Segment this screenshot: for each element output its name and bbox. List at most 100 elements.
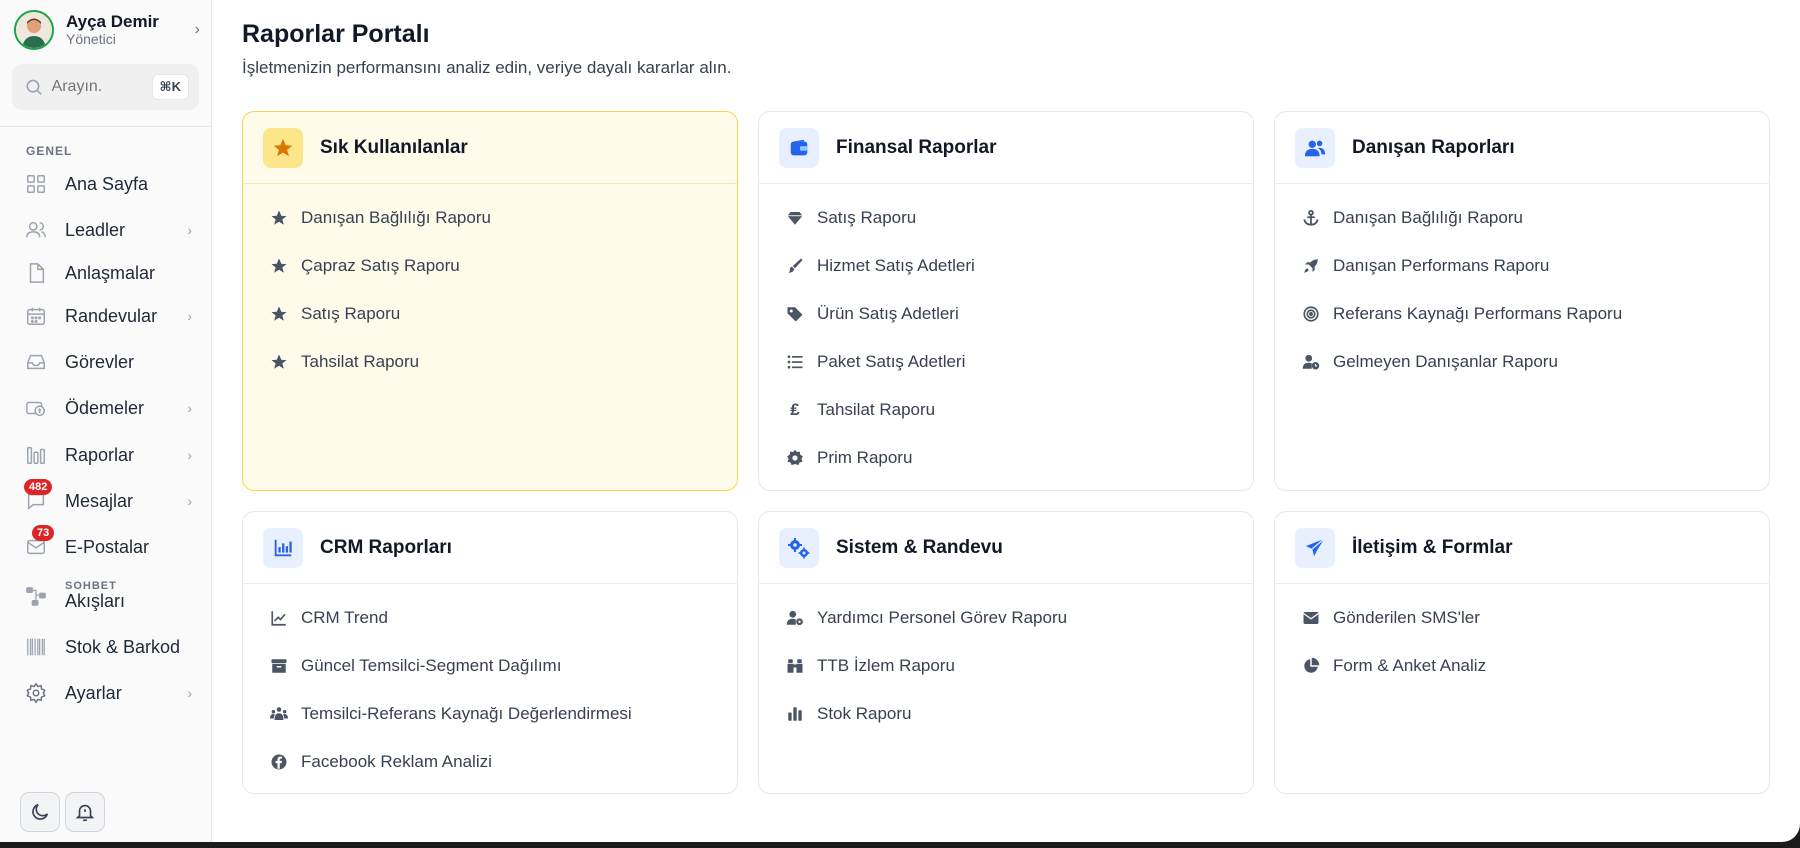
report-link[interactable]: Güncel Temsilci-Segment Dağılımı [243, 642, 737, 690]
report-link[interactable]: ₤ Tahsilat Raporu [759, 386, 1253, 434]
report-label: Tahsilat Raporu [301, 352, 420, 371]
theme-toggle-button[interactable] [20, 792, 60, 832]
lira-icon: ₤ [790, 400, 800, 419]
report-link[interactable]: Temsilci-Referans Kaynağı Değerlendirmes… [243, 690, 737, 738]
report-link[interactable]: Gelmeyen Danışanlar Raporu [1275, 338, 1769, 386]
wallet-icon [779, 127, 819, 168]
report-link[interactable]: Tahsilat Raporu [243, 338, 737, 386]
moon-icon [32, 803, 49, 820]
report-link[interactable]: Paket Satış Adetleri [759, 338, 1253, 386]
report-link[interactable]: CRM Trend [243, 594, 737, 642]
chevron-right-icon: › [187, 447, 192, 463]
report-link[interactable]: Satış Raporu [759, 194, 1253, 242]
inbox-icon [24, 350, 48, 374]
report-link[interactable]: Danışan Bağlılığı Raporu [1275, 194, 1769, 242]
card-title: İletişim & Formlar [1352, 536, 1513, 558]
report-link[interactable]: TTB İzlem Raporu [759, 642, 1253, 690]
notifications-button[interactable] [65, 792, 105, 832]
badge-gear-icon [785, 448, 805, 468]
sidebar-item-ayarlar[interactable]: Ayarlar › [24, 675, 192, 711]
search-box[interactable]: ⌘K [12, 64, 199, 110]
report-link[interactable]: Form & Anket Analiz [1275, 642, 1769, 690]
report-label: TTB İzlem Raporu [817, 656, 955, 675]
report-link[interactable]: Satış Raporu [243, 290, 737, 338]
sidebar-item-anlasmalar[interactable]: Anlaşmalar [24, 255, 192, 291]
sidebar-item-raporlar[interactable]: Raporlar › [24, 437, 192, 473]
report-label: Facebook Reklam Analizi [301, 752, 492, 771]
card-sistem-randevu: Sistem & Randevu Yardımcı Personel Görev… [758, 511, 1254, 794]
report-link[interactable]: Facebook Reklam Analizi [243, 738, 737, 786]
report-label: Güncel Temsilci-Segment Dağılımı [301, 656, 562, 675]
target-icon [1301, 304, 1321, 324]
unread-badge: 482 [24, 479, 53, 495]
sidebar-item-stok-barkod[interactable]: Stok & Barkod [24, 629, 192, 665]
nav-label: Ödemeler [65, 397, 145, 418]
nav-label: Anlaşmalar [65, 262, 156, 283]
user-gear-icon [785, 608, 805, 628]
report-label: Form & Anket Analiz [1333, 656, 1487, 675]
report-link[interactable]: Danışan Bağlılığı Raporu [243, 194, 737, 242]
card-danisan-raporlari: Danışan Raporları Danışan Bağlılığı Rapo… [1274, 111, 1770, 491]
report-link[interactable]: Yardımcı Personel Görev Raporu [759, 594, 1253, 642]
sidebar-item-mesajlar[interactable]: 482 Mesajlar › [24, 479, 192, 519]
mail-icon: 73 [24, 525, 55, 559]
user-group-icon [1295, 127, 1335, 168]
star-icon [263, 127, 303, 168]
report-link[interactable]: Referans Kaynağı Performans Raporu [1275, 290, 1769, 338]
list-icon [785, 352, 805, 372]
nav-label: E-Postalar [65, 536, 150, 557]
tag-icon [785, 304, 805, 324]
search-icon [26, 79, 42, 95]
report-label: Prim Raporu [817, 448, 913, 467]
barcode-icon [24, 635, 48, 659]
card-title: Danışan Raporları [1352, 136, 1515, 158]
nav-label: Randevular [65, 305, 158, 326]
report-label: Temsilci-Referans Kaynağı Değerlendirmes… [301, 704, 632, 723]
profile-name: Ayça Demir [66, 11, 159, 31]
payments-icon [24, 396, 48, 420]
gem-icon [785, 208, 805, 228]
chart-icon [263, 527, 303, 568]
sidebar-item-e-postalar[interactable]: 73 E-Postalar [24, 525, 192, 565]
report-label: Gelmeyen Danışanlar Raporu [1333, 352, 1558, 371]
card-title: Sistem & Randevu [836, 536, 1003, 558]
bars-icon [24, 443, 48, 467]
nav-label: Stok & Barkod [65, 636, 181, 657]
grid-icon [24, 172, 48, 196]
profile-menu[interactable]: Ayça Demir Yönetici › [14, 10, 200, 50]
sidebar-item-randevular[interactable]: Randevular › [24, 298, 192, 334]
sidebar-item-leadler[interactable]: Leadler › [24, 212, 192, 248]
report-link[interactable]: Ürün Satış Adetleri [759, 290, 1253, 338]
paper-plane-icon [1295, 527, 1335, 568]
user-clock-icon [1301, 352, 1321, 372]
chevron-right-icon: › [187, 493, 192, 509]
report-link[interactable]: Gönderilen SMS'ler [1275, 594, 1769, 642]
sidebar-item-gorevler[interactable]: Görevler [24, 344, 192, 380]
sidebar-item-ana-sayfa[interactable]: Ana Sayfa [24, 166, 192, 202]
binoculars-icon [785, 656, 805, 676]
sidebar-item-odemeler[interactable]: Ödemeler › [24, 390, 192, 426]
page-title: Raporlar Portalı [242, 20, 430, 48]
search-input[interactable] [51, 78, 152, 96]
divider [0, 126, 211, 127]
facebook-icon [269, 752, 289, 772]
chevron-right-icon: › [187, 308, 192, 324]
report-link[interactable]: Danışan Performans Raporu [1275, 242, 1769, 290]
sidebar-item-sohbet-akislari[interactable]: SOHBET Akışları [24, 578, 192, 614]
bar-chart-icon [785, 704, 805, 724]
report-label: Çapraz Satış Raporu [301, 256, 460, 275]
report-label: Danışan Performans Raporu [1333, 256, 1550, 275]
report-link[interactable]: Çapraz Satış Raporu [243, 242, 737, 290]
report-label: Satış Raporu [817, 208, 917, 227]
app-window: Ayça Demir Yönetici › ⌘K GENEL Ana Sayfa… [0, 0, 1800, 842]
nav-label: Akışları [65, 591, 126, 612]
nav-section-label: GENEL [26, 144, 73, 158]
pie-chart-icon [1301, 656, 1321, 676]
report-link[interactable]: Stok Raporu [759, 690, 1253, 738]
document-icon [24, 261, 48, 285]
report-link[interactable]: Prim Raporu [759, 434, 1253, 482]
envelope-icon [1301, 608, 1321, 628]
main-content: Raporlar Portalı İşletmenizin performans… [212, 0, 1800, 842]
report-label: Ürün Satış Adetleri [817, 304, 959, 323]
report-link[interactable]: Hizmet Satış Adetleri [759, 242, 1253, 290]
